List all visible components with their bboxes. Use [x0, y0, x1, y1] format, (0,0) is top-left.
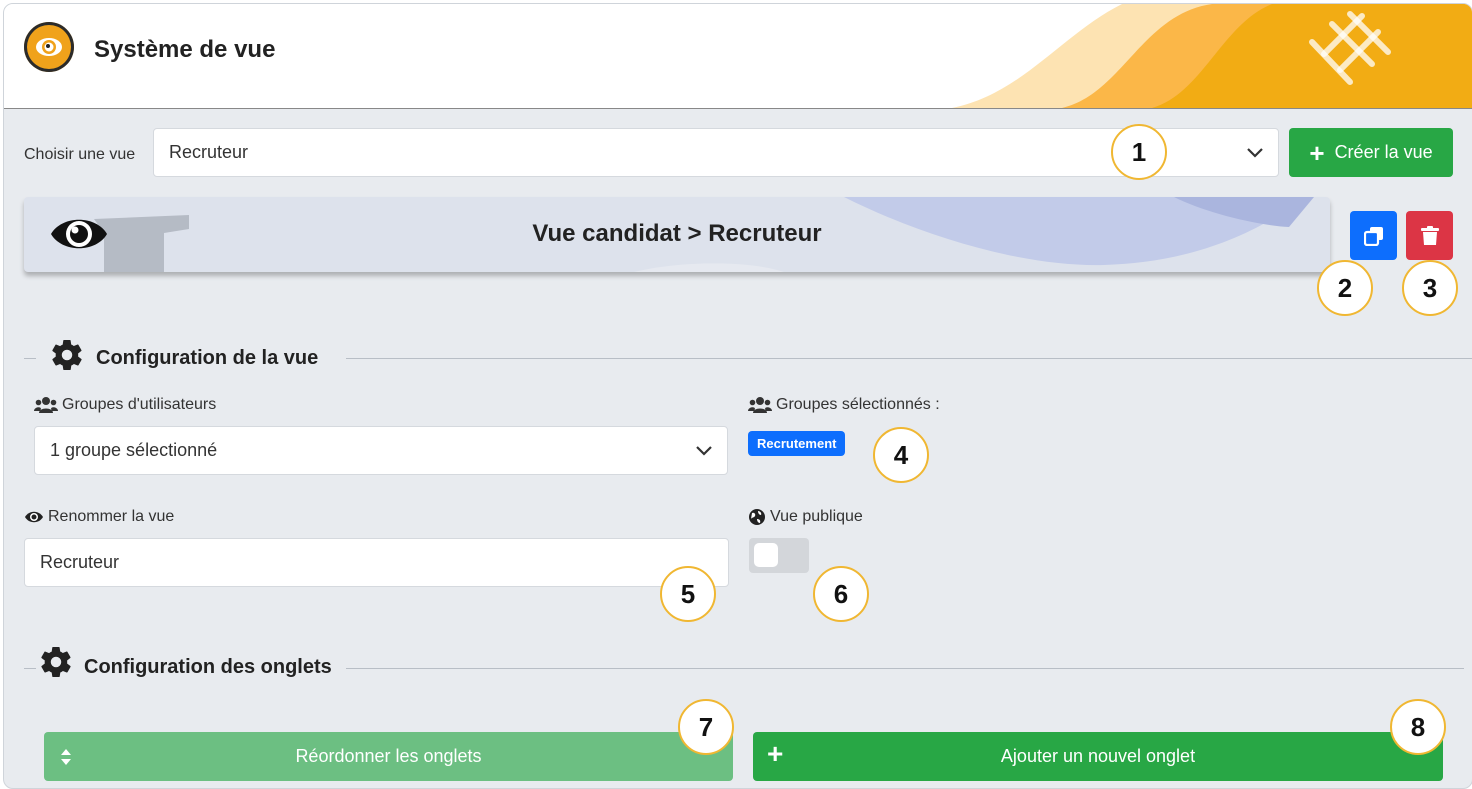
eye-icon — [25, 511, 43, 523]
user-groups-label: Groupes d'utilisateurs — [62, 396, 217, 413]
create-view-button-label: Créer la vue — [1334, 142, 1433, 162]
gear-icon — [52, 339, 82, 371]
section-title-view-config: Configuration de la vue — [96, 347, 319, 369]
callout-4: 4 — [873, 427, 929, 483]
globe-icon — [749, 509, 765, 525]
header: Système de vue — [4, 4, 1472, 109]
gear-icon — [41, 646, 71, 678]
rename-label-row: Renommer la vue — [24, 508, 174, 526]
callout-5: 5 — [660, 566, 716, 622]
section-divider — [24, 358, 36, 359]
callout-3: 3 — [1402, 260, 1458, 316]
callout-2: 2 — [1317, 260, 1373, 316]
plus-icon: + — [1309, 137, 1325, 168]
chevron-down-icon — [1247, 147, 1263, 158]
callout-8: 8 — [1390, 699, 1446, 755]
banner-title: Vue candidat > Recruteur — [532, 220, 822, 247]
header-decoration — [952, 4, 1472, 108]
view-select-label: Choisir une vue — [24, 146, 136, 163]
reorder-tabs-label: Réordonner les onglets — [295, 746, 482, 766]
rename-label: Renommer la vue — [48, 508, 175, 525]
group-badge: Recrutement — [748, 431, 846, 456]
page-title: Système de vue — [94, 36, 276, 63]
section-divider — [346, 668, 1464, 669]
selected-groups-label: Groupes sélectionnés : — [776, 396, 940, 413]
view-banner: Vue candidat > Recruteur — [24, 197, 1330, 272]
sort-icon — [61, 749, 71, 765]
app-window: Système de vue Choisir une vue Recruteur… — [3, 3, 1472, 789]
public-view-label-row: Vue publique — [748, 508, 863, 526]
callout-7: 7 — [678, 699, 734, 755]
users-icon — [34, 397, 58, 413]
copy-icon — [1363, 226, 1383, 246]
plus-icon: + — [767, 738, 784, 769]
trash-icon — [1420, 225, 1439, 245]
public-view-label: Vue publique — [770, 508, 863, 525]
section-divider — [346, 358, 1472, 359]
public-view-toggle[interactable] — [749, 538, 809, 573]
users-icon — [748, 397, 772, 413]
delete-view-button[interactable] — [1406, 211, 1453, 260]
add-tab-button[interactable]: + Ajouter un nouvel onglet — [753, 732, 1443, 781]
create-view-button[interactable]: + Créer la vue — [1289, 128, 1453, 177]
rename-view-input[interactable]: Recruteur — [24, 538, 729, 587]
user-groups-value: 1 groupe sélectionné — [50, 440, 218, 460]
callout-1: 1 — [1111, 124, 1167, 180]
reorder-tabs-button[interactable]: Réordonner les onglets — [44, 732, 733, 781]
toggle-knob — [754, 543, 778, 567]
chevron-down-icon — [696, 445, 712, 456]
user-groups-select[interactable]: 1 groupe sélectionné — [34, 426, 728, 475]
duplicate-view-button[interactable] — [1350, 211, 1397, 260]
user-groups-label-row: Groupes d'utilisateurs — [34, 396, 216, 414]
section-divider — [24, 668, 36, 669]
app-logo-icon — [24, 22, 74, 72]
selected-groups-label-row: Groupes sélectionnés : — [748, 396, 940, 414]
view-select-value: Recruteur — [169, 142, 249, 162]
callout-6: 6 — [813, 566, 869, 622]
rename-view-value: Recruteur — [40, 552, 120, 572]
section-title-tabs-config: Configuration des onglets — [84, 656, 332, 678]
add-tab-label: Ajouter un nouvel onglet — [1000, 746, 1196, 766]
